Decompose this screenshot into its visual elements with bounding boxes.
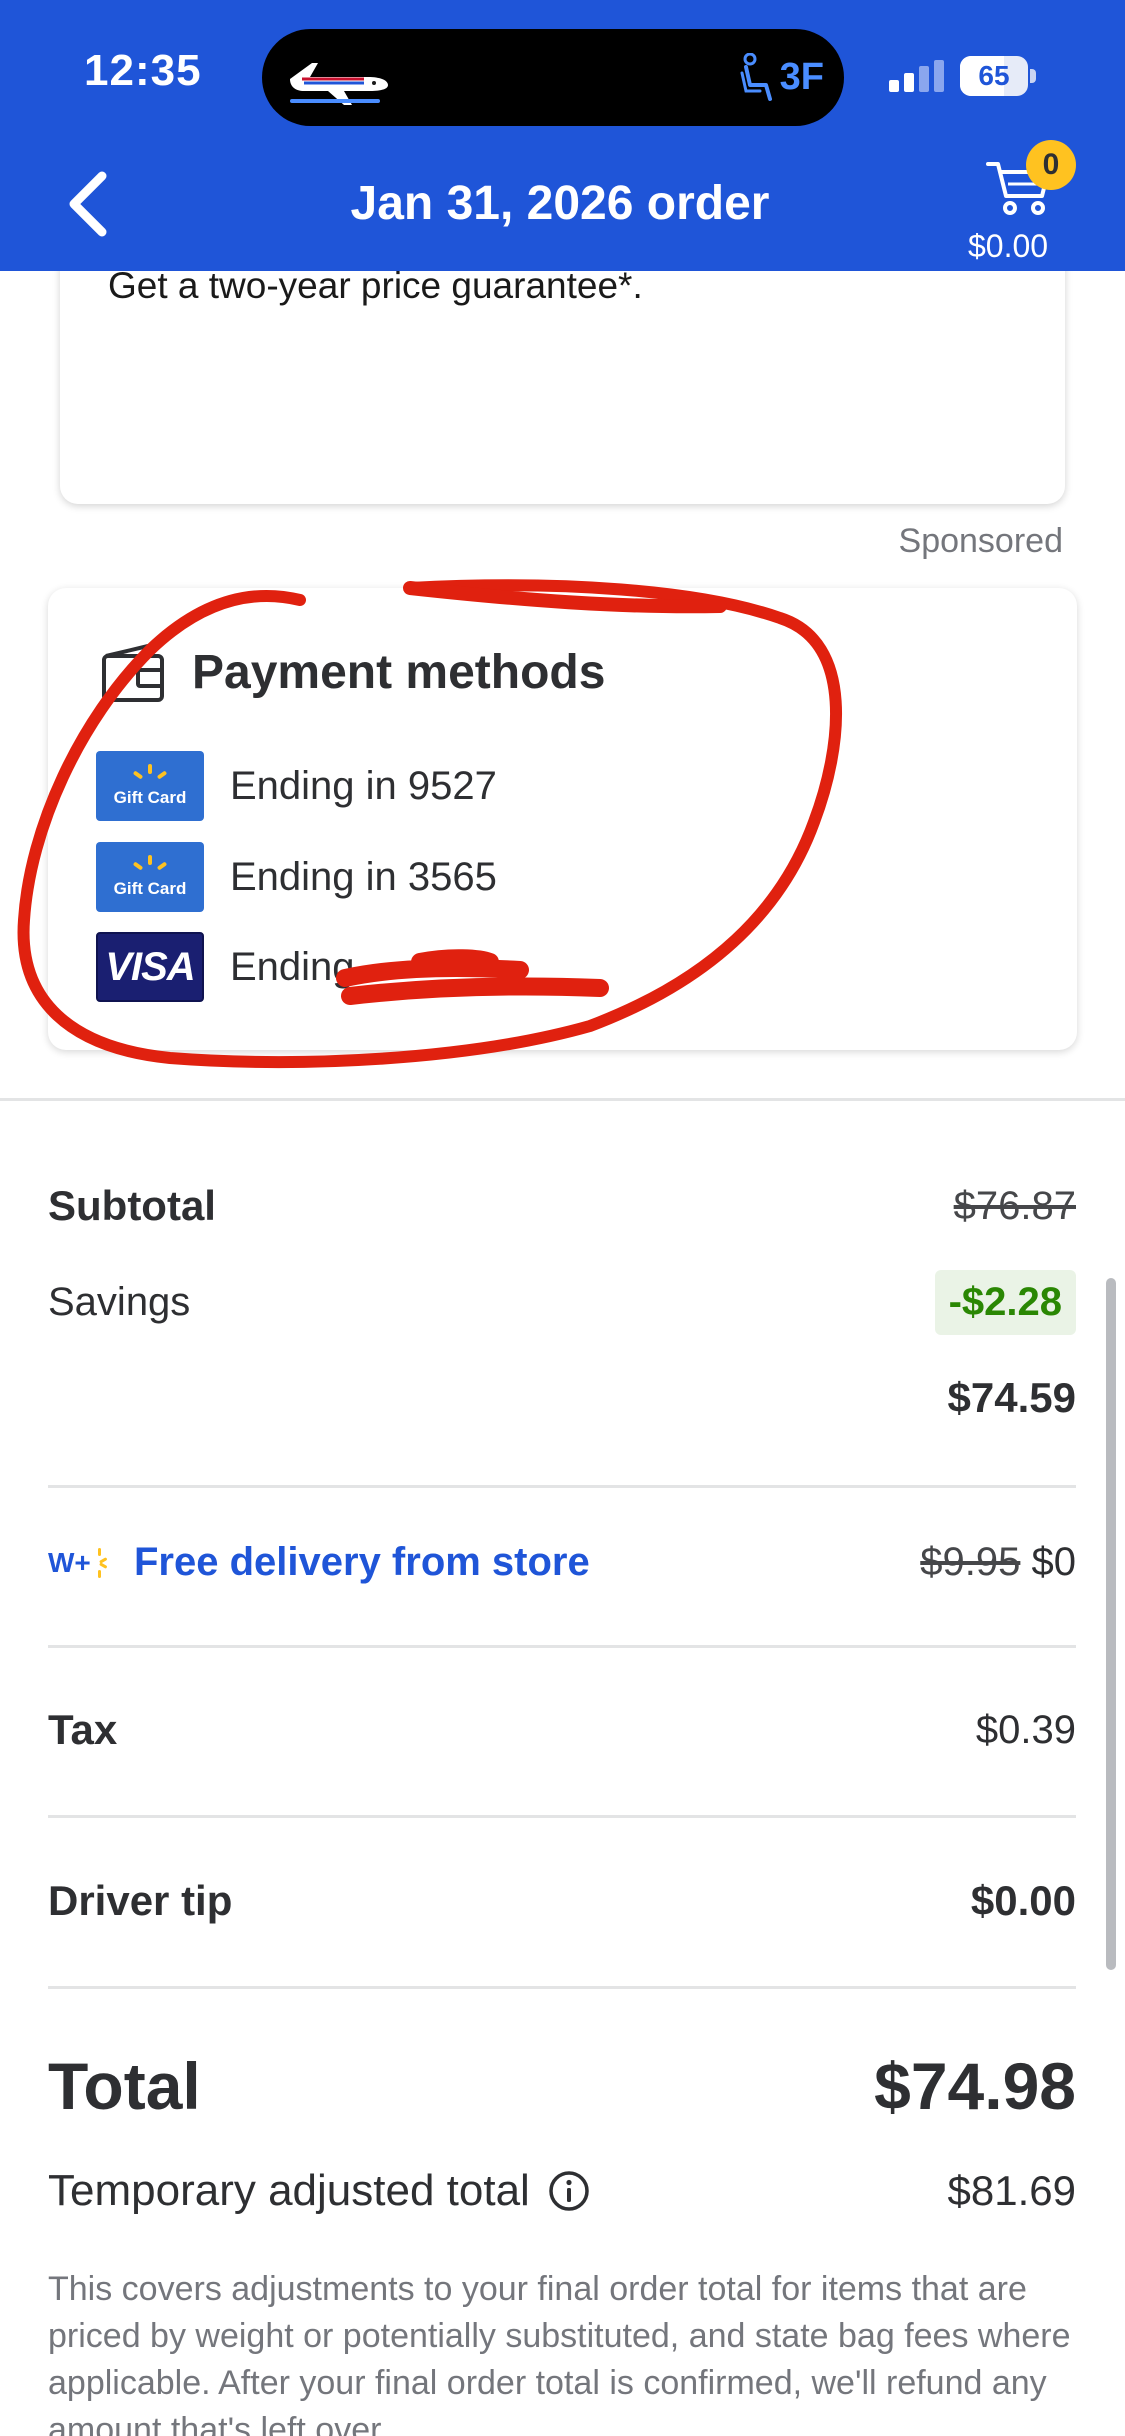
tax-row: Tax $0.39 (48, 1706, 1076, 1754)
cellular-signal-icon (889, 60, 944, 92)
delivery-final-price: $0 (1031, 1540, 1077, 1584)
payment-method-label: Ending (230, 944, 355, 989)
total-label: Total (48, 2049, 201, 2123)
divider (48, 1485, 1076, 1488)
cart-total: $0.00 (968, 228, 1049, 264)
savings-row: Savings -$2.28 (48, 1270, 1076, 1335)
walmart-plus-icon: W+ (48, 1547, 107, 1578)
scrollbar[interactable] (1106, 1278, 1116, 1970)
status-time: 12:35 (84, 46, 202, 95)
payment-methods-title: Payment methods (192, 645, 606, 699)
divider (48, 1645, 1076, 1648)
back-chevron-icon[interactable] (60, 168, 120, 240)
payment-method-label: Ending in 3565 (230, 854, 497, 899)
svg-text:W+: W+ (48, 1547, 91, 1578)
subtotal-value: $76.87 (953, 1183, 1076, 1228)
delivery-label-group: W+ Free delivery from store (48, 1540, 590, 1585)
payment-method-label: Ending in 9527 (230, 763, 497, 808)
app-header: 12:35 3F 65 Jan 31, 2026 order 0 $0.00 (0, 0, 1125, 271)
delivery-row: W+ Free delivery from store $9.95 $0 (48, 1540, 1076, 1585)
temporary-total-label-group: Temporary adjusted total (48, 2166, 590, 2216)
delivery-price: $9.95 $0 (920, 1540, 1076, 1585)
seat-indicator: 3F (738, 49, 824, 105)
driver-tip-value: $0.00 (970, 1877, 1076, 1924)
walmart-spark-icon (133, 855, 167, 870)
gift-card-label: Gift Card (113, 788, 187, 807)
seat-icon (740, 53, 772, 101)
delivery-label[interactable]: Free delivery from store (134, 1540, 590, 1585)
subtotal-row: Subtotal $76.87 (48, 1182, 1076, 1230)
after-savings-value: $74.59 (947, 1374, 1076, 1421)
temporary-total-row: Temporary adjusted total $81.69 (48, 2166, 1076, 2216)
total-value: $74.98 (874, 2049, 1076, 2123)
visa-card-icon: VISA (96, 932, 204, 1002)
seat-label: 3F (779, 55, 824, 98)
promo-text: Get a two-year price guarantee*. (108, 265, 643, 306)
temporary-total-label: Temporary adjusted total (48, 2166, 530, 2215)
cart-button[interactable]: 0 $0.00 (968, 140, 1098, 270)
tax-value: $0.39 (975, 1707, 1076, 1752)
driver-tip-label: Driver tip (48, 1877, 233, 1924)
payment-method-row: Gift Card Ending in 9527 (96, 750, 497, 822)
total-row: Total $74.98 (48, 2048, 1076, 2124)
payment-methods-header: Payment methods (100, 640, 605, 704)
subtotal-label: Subtotal (48, 1182, 216, 1229)
battery-icon: 65 (960, 56, 1036, 96)
dynamic-island: 3F (262, 29, 844, 126)
savings-value: -$2.28 (934, 1270, 1076, 1335)
disclaimer-text: This covers adjustments to your final or… (48, 2270, 1071, 2436)
tax-label: Tax (48, 1706, 118, 1753)
page-title: Jan 31, 2026 order (350, 177, 770, 230)
gift-card-label: Gift Card (113, 879, 187, 898)
section-divider (0, 1098, 1125, 1101)
after-savings-row: $74.59 (48, 1374, 1076, 1422)
divider (48, 1815, 1076, 1818)
delivery-original-price: $9.95 (920, 1540, 1021, 1584)
gift-card-icon: Gift Card (96, 842, 204, 912)
driver-tip-row: Driver tip $0.00 (48, 1877, 1076, 1925)
savings-label: Savings (48, 1280, 191, 1324)
payment-method-row: Gift Card Ending in 3565 (96, 841, 497, 913)
sponsored-label: Sponsored (898, 522, 1063, 560)
payment-method-row: VISA Ending (96, 931, 355, 1003)
battery-percent: 65 (978, 60, 1010, 91)
info-icon[interactable] (548, 2170, 590, 2212)
walmart-spark-icon (133, 764, 167, 779)
divider (48, 1986, 1076, 1989)
airplane-icon (290, 63, 388, 105)
wallet-icon (102, 644, 164, 702)
temporary-total-value: $81.69 (947, 2167, 1076, 2214)
cart-count-badge: 0 (1026, 140, 1076, 190)
gift-card-icon: Gift Card (96, 751, 204, 821)
